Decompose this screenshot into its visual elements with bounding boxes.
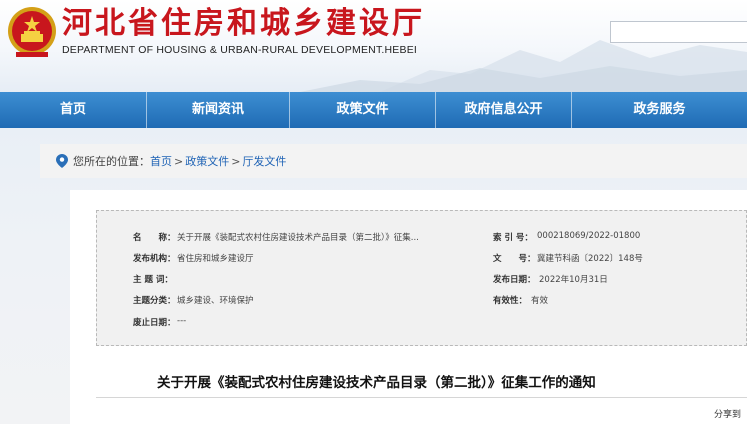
breadcrumb-separator: > — [174, 154, 184, 168]
validity-label: 有效性： — [493, 296, 528, 306]
nav-item-home[interactable]: 首页 — [0, 92, 147, 128]
issuer-value: 省住房和城乡建设厅 — [177, 254, 254, 264]
site-title: 河北省住房和城乡建设厅 — [62, 6, 425, 41]
search-input[interactable] — [610, 21, 747, 43]
nav-item-news[interactable]: 新闻资讯 — [147, 92, 290, 128]
location-pin-icon — [56, 154, 68, 168]
title-divider — [96, 397, 747, 398]
index-value: 000218069/2022-01800 — [537, 231, 641, 241]
breadcrumb-policy-link[interactable]: 政策文件 — [185, 153, 229, 169]
document-title: 关于开展《装配式农村住房建设技术产品目录（第二批）》征集工作的通知 — [157, 375, 596, 391]
breadcrumb: 您所在的位置： 首页 > 政策文件 > 厅发文件 — [40, 144, 747, 178]
site-header: 河北省住房和城乡建设厅 DEPARTMENT OF HOUSING & URBA… — [0, 0, 747, 92]
issuer-label: 发布机构： — [133, 254, 176, 264]
category-value: 城乡建设、环境保护 — [177, 296, 254, 306]
publish-date-label: 发布日期： — [493, 275, 536, 285]
category-label: 主题分类： — [133, 296, 176, 306]
index-label: 索 引 号： — [493, 233, 533, 243]
publish-date-value: 2022年10月31日 — [539, 275, 608, 285]
document-metadata-box: 名 称： 关于开展《装配式农村住房建设技术产品目录（第二批）》征集... 索 引… — [96, 210, 747, 346]
nav-item-gov-info[interactable]: 政府信息公开 — [436, 92, 572, 128]
main-nav: 首页 新闻资讯 政策文件 政府信息公开 政务服务 — [0, 92, 747, 128]
breadcrumb-home-link[interactable]: 首页 — [150, 153, 172, 169]
name-label: 名 称： — [133, 233, 176, 243]
document-number-label: 文 号： — [493, 254, 536, 264]
national-emblem-icon — [8, 7, 56, 57]
repeal-date-label: 废止日期： — [133, 318, 176, 328]
breadcrumb-prefix: 您所在的位置： — [73, 155, 150, 168]
validity-value: 有效 — [531, 296, 549, 306]
breadcrumb-separator: > — [231, 154, 241, 168]
subject-words-label: 主 题 词： — [133, 275, 173, 285]
repeal-date-value: --- — [177, 316, 187, 326]
site-subtitle: DEPARTMENT OF HOUSING & URBAN-RURAL DEVE… — [62, 44, 418, 56]
document-number-value: 冀建节科函〔2022〕148号 — [537, 254, 643, 264]
nav-item-policy[interactable]: 政策文件 — [290, 92, 436, 128]
breadcrumb-department-files-link[interactable]: 厅发文件 — [242, 153, 286, 169]
share-button[interactable]: 分享到 — [714, 407, 741, 420]
name-value: 关于开展《装配式农村住房建设技术产品目录（第二批）》征集... — [177, 233, 419, 243]
nav-item-services[interactable]: 政务服务 — [572, 92, 747, 128]
